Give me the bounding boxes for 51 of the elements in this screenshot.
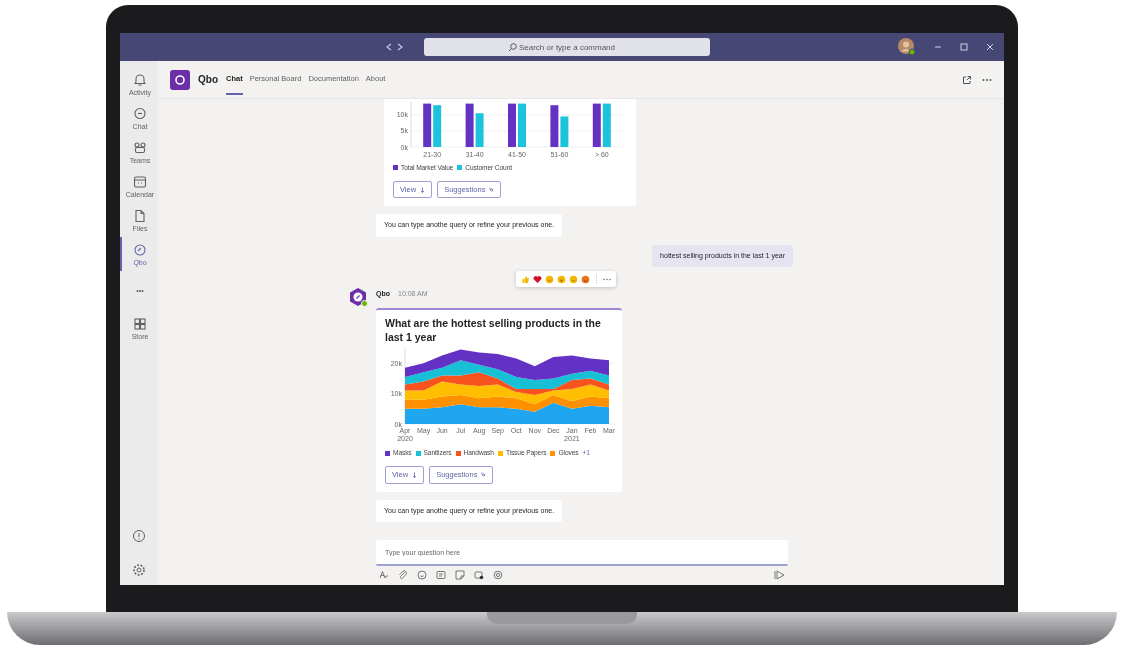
bell-icon: [133, 72, 147, 87]
teams-icon: [133, 140, 147, 155]
bot-avatar-icon: [348, 287, 368, 308]
gif-icon[interactable]: [436, 570, 446, 580]
chat-icon: [133, 106, 147, 121]
minimize-icon[interactable]: [934, 43, 942, 51]
arrow-icon: [481, 472, 487, 478]
search-icon: [508, 43, 517, 52]
chart-bar: [592, 103, 601, 147]
files-icon: [133, 208, 147, 223]
search-field[interactable]: Search or type a command: [424, 38, 710, 56]
chart-bar: [433, 105, 442, 147]
avatar-icon[interactable]: [898, 38, 916, 56]
heart-reaction-icon[interactable]: [533, 274, 542, 284]
maximize-icon[interactable]: [960, 43, 968, 51]
store-icon: [133, 316, 147, 331]
more-options-icon[interactable]: [982, 77, 992, 82]
sad-face-icon[interactable]: [569, 274, 578, 284]
more-options-icon[interactable]: [603, 277, 611, 281]
app-name: Qbo: [198, 73, 218, 87]
send-icon[interactable]: [774, 570, 785, 580]
meet-icon[interactable]: [474, 570, 484, 580]
chart-bar: [560, 116, 569, 147]
calendar-icon: [133, 174, 147, 189]
format-icon[interactable]: [379, 570, 389, 580]
back-icon[interactable]: [386, 43, 392, 51]
arrow-icon: [489, 186, 495, 193]
chart-bar: [602, 103, 611, 147]
sticker-icon[interactable]: [455, 570, 465, 580]
chart-bar: [550, 105, 559, 147]
card-title: What are the hottest selling products in the last 1 year: [385, 316, 602, 345]
chart-bar: [475, 113, 484, 147]
chart-bar: [508, 103, 516, 147]
angry-face-icon[interactable]: [581, 274, 590, 284]
chevron-icon: [420, 186, 426, 193]
app-logo: [170, 69, 190, 90]
smiley-reaction-icon[interactable]: [545, 274, 554, 284]
loop-icon[interactable]: [493, 570, 503, 580]
forward-icon[interactable]: [397, 43, 403, 51]
chevron-icon: [412, 472, 418, 478]
help-icon[interactable]: [132, 529, 146, 543]
chart-bar: [423, 103, 432, 147]
chart-bar: [465, 103, 474, 147]
app-icon: [133, 242, 147, 257]
attach-icon[interactable]: [398, 570, 408, 580]
emoji-icon[interactable]: [417, 570, 427, 580]
pop-out-icon[interactable]: [962, 74, 972, 85]
surprised-face-icon[interactable]: [557, 274, 566, 284]
close-icon[interactable]: [986, 43, 994, 51]
chart-bar: [518, 103, 526, 147]
settings-icon[interactable]: [132, 563, 146, 577]
